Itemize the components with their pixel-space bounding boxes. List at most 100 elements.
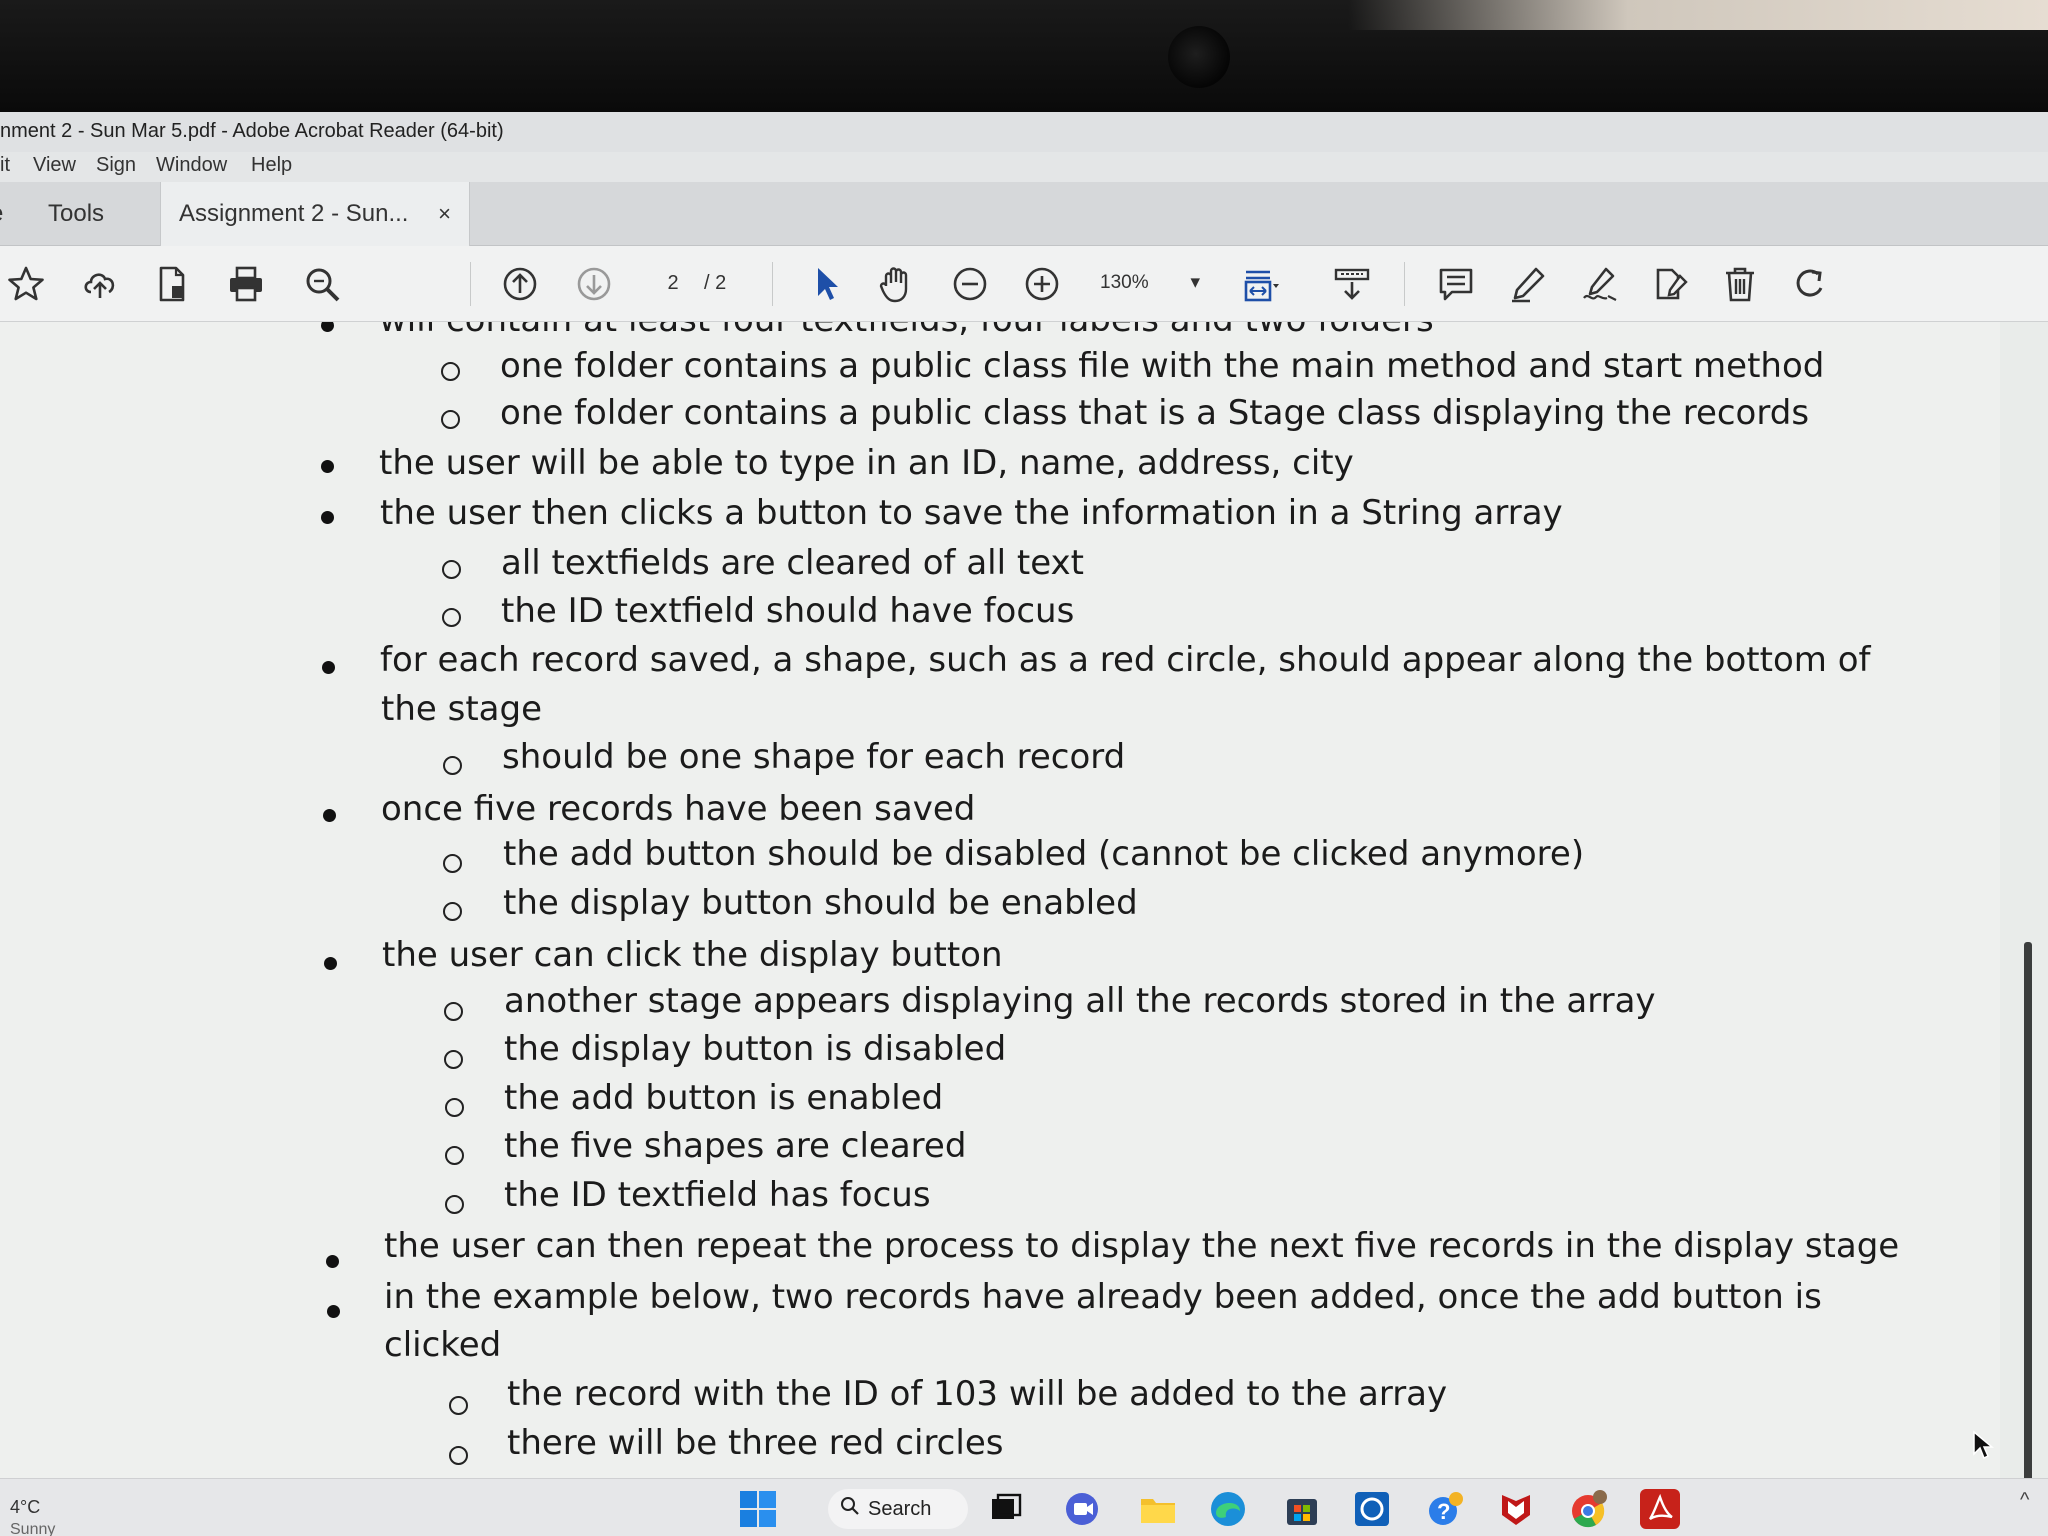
tab-home[interactable]: e [0,182,10,246]
mcafee-shield-icon[interactable] [1496,1489,1536,1529]
search-icon [840,1496,860,1522]
meet-chat-icon[interactable] [1062,1489,1102,1529]
delete-icon[interactable] [1718,262,1762,306]
sub-bullet [449,1396,468,1415]
file-explorer-icon[interactable] [1138,1489,1178,1529]
sub-bullet [442,608,461,627]
print-icon[interactable] [224,262,268,306]
sub-bullet [444,1050,463,1069]
chrome-browser-icon[interactable] [1568,1489,1608,1529]
help-tips-icon[interactable]: ? [1426,1489,1466,1529]
comment-icon[interactable] [1434,262,1478,306]
previous-page-icon[interactable] [498,262,542,306]
list-item: clicked [384,1325,502,1365]
bullet [321,460,334,473]
sign-icon[interactable] [1578,262,1622,306]
select-cursor-icon[interactable] [804,262,848,306]
page-number-input[interactable]: 2 [648,266,698,300]
taskbar-search[interactable]: Search [828,1489,968,1529]
sub-bullet [449,1446,468,1465]
laptop-bezel [0,0,2048,112]
star-icon[interactable] [4,262,48,306]
support-app-icon[interactable] [1352,1489,1392,1529]
sub-bullet [445,1146,464,1165]
list-item: the user can click the display button [382,935,1003,975]
bullet [326,1255,339,1268]
sub-bullet [445,1195,464,1214]
list-item: another stage appears displaying all the… [504,981,1656,1021]
zoom-dropdown[interactable]: 130% ▾ [1100,266,1200,300]
search-label: Search [868,1497,932,1520]
sub-bullet [442,560,461,579]
task-view-icon[interactable] [986,1489,1026,1529]
list-item: for each record saved, a shape, such as … [380,640,1871,680]
highlight-pen-icon[interactable] [1506,262,1550,306]
sub-bullet [445,1098,464,1117]
mouse-pointer-icon [1972,1430,1995,1465]
create-pdf-icon[interactable] [150,262,194,306]
menu-edit[interactable]: it [0,154,10,177]
fit-page-icon[interactable] [1238,262,1282,306]
cloud-upload-icon[interactable] [78,262,122,306]
menu-bar: it View Sign Window Help [0,152,2048,182]
tab-tools[interactable]: Tools [30,182,122,246]
rotate-icon[interactable] [1788,262,1832,306]
sub-bullet [443,854,462,873]
taskbar: 4°C Sunny Search ? ^ [0,1478,2048,1536]
menu-window[interactable]: Window [156,154,227,177]
bullet [321,322,334,332]
zoom-search-icon[interactable] [300,262,344,306]
document-area: will contain at least four textfields, f… [0,322,2048,1497]
chevron-down-icon: ▾ [1190,272,1200,293]
separator [772,262,773,306]
sub-bullet [441,362,460,381]
weather-temperature[interactable]: 4°C [10,1497,40,1518]
bullet [322,661,335,674]
menu-view[interactable]: View [33,154,76,177]
list-item: the user can then repeat the process to … [384,1226,1900,1266]
chevron-up-icon[interactable]: ^ [2020,1489,2029,1512]
scroll-mode-icon[interactable] [1330,262,1374,306]
list-item: in the example below, two records have a… [384,1277,1822,1317]
edge-browser-icon[interactable] [1208,1489,1248,1529]
edit-pdf-icon[interactable] [1648,262,1692,306]
svg-text:?: ? [1437,1499,1450,1524]
list-item: the stage [381,689,542,729]
list-item: the user will be able to type in an ID, … [379,443,1354,483]
microsoft-store-icon[interactable] [1282,1489,1322,1529]
close-icon[interactable]: × [438,201,451,227]
list-item: the add button should be disabled (canno… [503,834,1585,874]
vertical-scrollbar[interactable] [2024,942,2032,1497]
bullet [327,1305,340,1318]
zoom-in-icon[interactable] [1020,262,1064,306]
list-item: one folder contains a public class that … [500,393,1810,433]
zoom-out-icon[interactable] [948,262,992,306]
list-item: the ID textfield should have focus [501,591,1075,631]
bullet [324,957,337,970]
bullet [321,511,334,524]
hand-tool-icon[interactable] [874,262,918,306]
windows-start-icon[interactable] [738,1489,778,1529]
weather-condition: Sunny [10,1521,56,1536]
list-item: the display button should be enabled [503,883,1138,923]
list-item: will contain at least four textfields, f… [379,322,1434,340]
list-item: one folder contains a public class file … [500,346,1825,386]
background-light [1348,0,2048,30]
sub-bullet [443,756,462,775]
window-title: nment 2 - Sun Mar 5.pdf - Adobe Acrobat … [0,120,504,142]
list-item: the add button is enabled [504,1078,944,1118]
tab-document[interactable]: Assignment 2 - Sun... × [160,182,470,246]
list-item: should be one shape for each record [502,737,1126,777]
tab-bar: e Tools Assignment 2 - Sun... × [0,182,2048,246]
pdf-page: will contain at least four textfields, f… [0,322,2000,1478]
list-item: the ID textfield has focus [504,1175,931,1215]
toolbar: 2 / 2 130% ▾ [0,246,2048,322]
menu-help[interactable]: Help [251,154,292,177]
menu-sign[interactable]: Sign [96,154,136,177]
list-item: the five shapes are cleared [504,1126,967,1166]
next-page-icon[interactable] [572,262,616,306]
acrobat-reader-icon[interactable] [1640,1489,1680,1529]
list-item: there will be three red circles [507,1423,1004,1463]
photo-of-screen: nment 2 - Sun Mar 5.pdf - Adobe Acrobat … [0,0,2048,1536]
separator [1404,262,1405,306]
